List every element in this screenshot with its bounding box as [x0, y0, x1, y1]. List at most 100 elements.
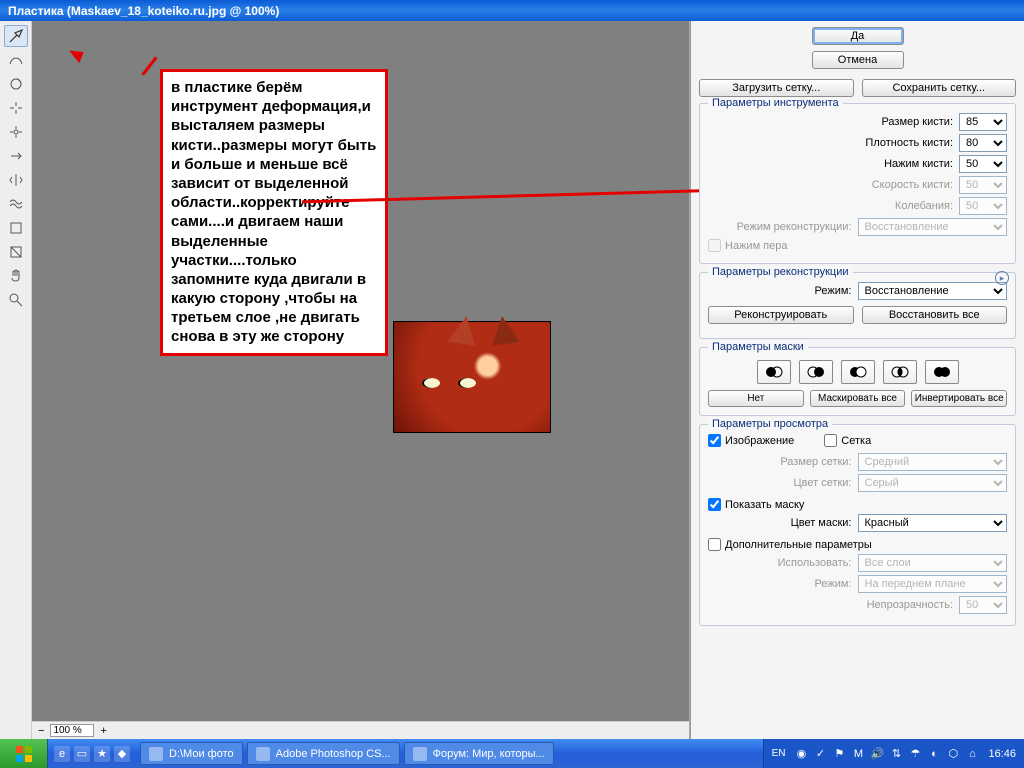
turbulence-label: Колебания:	[708, 200, 959, 212]
taskbar-item-2-label: Форум: Мир, которы...	[433, 748, 545, 760]
brush-size-label: Размер кисти:	[708, 116, 959, 128]
reconstruct-button[interactable]: Реконструировать	[708, 306, 854, 324]
taskbar-item-0-label: D:\Мои фото	[169, 748, 234, 760]
tray-icon-3[interactable]: ⚑	[832, 747, 846, 761]
zoom-out-icon[interactable]: −	[38, 725, 44, 737]
mesh-size-select: Средний	[858, 453, 1008, 471]
restore-all-button[interactable]: Восстановить все	[862, 306, 1008, 324]
ql-app-icon[interactable]: ★	[94, 746, 110, 762]
opacity-label: Непрозрачность:	[708, 599, 959, 611]
zoom-field[interactable]	[50, 724, 94, 737]
taskbar-item-2[interactable]: Форум: Мир, которы...	[404, 742, 554, 765]
mode-select[interactable]: Восстановление	[858, 282, 1008, 300]
use-select: Все слои	[858, 554, 1008, 572]
hand-tool[interactable]	[4, 265, 28, 287]
push-left-tool[interactable]	[4, 145, 28, 167]
clock[interactable]: 16:46	[988, 748, 1016, 760]
freeze-mask-tool[interactable]	[4, 217, 28, 239]
group-title-mask: Параметры маски	[708, 341, 808, 353]
tray-icon-4[interactable]: M	[851, 747, 865, 761]
mesh-size-label: Размер сетки:	[708, 456, 858, 468]
taskbar-item-1[interactable]: Adobe Photoshop CS...	[247, 742, 400, 765]
brush-density-select[interactable]: 80	[959, 134, 1007, 152]
brush-pressure-select[interactable]: 50	[959, 155, 1007, 173]
mode2-select: На переднем плане	[858, 575, 1008, 593]
preview-canvas[interactable]: в пластике берём инструмент деформация,и…	[32, 21, 690, 739]
windows-taskbar: e ▭ ★ ◆ D:\Мои фото Adobe Photoshop CS..…	[0, 739, 1024, 768]
mode2-label: Режим:	[708, 578, 858, 590]
brush-size-select[interactable]: 85	[959, 113, 1007, 131]
tray-volume-icon[interactable]: 🔊	[870, 747, 884, 761]
mode-label: Режим:	[708, 285, 858, 297]
window-titlebar: Пластика (Maskaev_18_koteiko.ru.jpg @ 10…	[0, 0, 1024, 21]
annotation-box: в пластике берём инструмент деформация,и…	[160, 69, 388, 356]
zoom-tool[interactable]	[4, 289, 28, 311]
system-tray: EN ◉ ✓ ⚑ M 🔊 ⇅ ☂ ◐ ⬡ ⌂ 16:46	[763, 739, 1024, 768]
mesh-color-label: Цвет сетки:	[708, 477, 858, 489]
brush-density-label: Плотность кисти:	[708, 137, 959, 149]
show-mask-label: Показать маску	[725, 499, 804, 511]
annotation-arrowhead-1	[66, 47, 83, 63]
tray-network-icon[interactable]: ⇅	[889, 747, 903, 761]
mirror-tool[interactable]	[4, 169, 28, 191]
tray-icon-6[interactable]: ⬡	[946, 747, 960, 761]
recon-flyout-icon[interactable]: ▸	[995, 271, 1009, 285]
brush-rate-label: Скорость кисти:	[708, 179, 959, 191]
mesh-checkbox[interactable]	[824, 434, 837, 447]
language-indicator[interactable]: EN	[772, 748, 786, 759]
annotation-text: в пластике берём инструмент деформация,и…	[171, 79, 376, 345]
right-panel: Да Отмена Загрузить сетку... Сохранить с…	[690, 21, 1024, 739]
window-title: Пластика (Maskaev_18_koteiko.ru.jpg @ 10…	[8, 4, 279, 18]
ok-button[interactable]: Да	[812, 27, 904, 45]
tray-av-icon[interactable]: ☂	[908, 747, 922, 761]
mask-intersect-icon[interactable]	[883, 360, 917, 384]
additional-checkbox[interactable]	[708, 538, 721, 551]
tray-icon-7[interactable]: ⌂	[965, 747, 979, 761]
mask-subtract-icon[interactable]	[841, 360, 875, 384]
mask-color-label: Цвет маски:	[708, 517, 858, 529]
image-preview	[393, 321, 551, 433]
ql-ie-icon[interactable]: e	[54, 746, 70, 762]
start-button[interactable]	[0, 739, 48, 768]
mesh-color-select: Серый	[858, 474, 1008, 492]
mask-invert-icon[interactable]	[925, 360, 959, 384]
ql-app2-icon[interactable]: ◆	[114, 746, 130, 762]
tool-strip	[0, 21, 32, 739]
save-mesh-button[interactable]: Сохранить сетку...	[862, 79, 1017, 97]
pen-pressure-label: Нажим пера	[725, 240, 788, 252]
mask-color-select[interactable]: Красный	[858, 514, 1008, 532]
tray-icon-1[interactable]: ◉	[794, 747, 808, 761]
mask-none-button[interactable]: Нет	[708, 390, 804, 407]
cancel-button[interactable]: Отмена	[812, 51, 904, 69]
mask-add-icon[interactable]	[799, 360, 833, 384]
mask-all-button[interactable]: Маскировать все	[810, 390, 906, 407]
reconstruct-tool[interactable]	[4, 49, 28, 71]
twirl-cw-tool[interactable]	[4, 73, 28, 95]
show-mask-checkbox[interactable]	[708, 498, 721, 511]
bloat-tool[interactable]	[4, 121, 28, 143]
turbulence-tool[interactable]	[4, 193, 28, 215]
mask-replace-icon[interactable]	[757, 360, 791, 384]
forward-warp-tool[interactable]	[4, 25, 28, 47]
tray-icon-2[interactable]: ✓	[813, 747, 827, 761]
pucker-tool[interactable]	[4, 97, 28, 119]
pen-pressure-checkbox	[708, 239, 721, 252]
thaw-mask-tool[interactable]	[4, 241, 28, 263]
taskbar-item-1-label: Adobe Photoshop CS...	[276, 748, 391, 760]
recon-mode-label: Режим реконструкции:	[708, 221, 858, 233]
mask-options-group: Параметры маски Нет Маскировать все Инве…	[699, 347, 1016, 416]
ql-desktop-icon[interactable]: ▭	[74, 746, 90, 762]
tool-options-group: Параметры инструмента Размер кисти:85 Пл…	[699, 103, 1016, 264]
view-options-group: Параметры просмотра Изображение Сетка Ра…	[699, 424, 1016, 626]
load-mesh-button[interactable]: Загрузить сетку...	[699, 79, 854, 97]
image-checkbox[interactable]	[708, 434, 721, 447]
zoom-in-icon[interactable]: +	[100, 725, 106, 737]
brush-rate-select: 50	[959, 176, 1007, 194]
tray-icon-5[interactable]: ◐	[927, 747, 941, 761]
annotation-arrow-1	[142, 56, 158, 75]
taskbar-item-0[interactable]: D:\Мои фото	[140, 742, 243, 765]
canvas-status-bar: − +	[32, 721, 689, 739]
mask-invert-button[interactable]: Инвертировать все	[911, 390, 1007, 407]
opacity-select: 50	[959, 596, 1007, 614]
ps-icon	[256, 747, 270, 761]
